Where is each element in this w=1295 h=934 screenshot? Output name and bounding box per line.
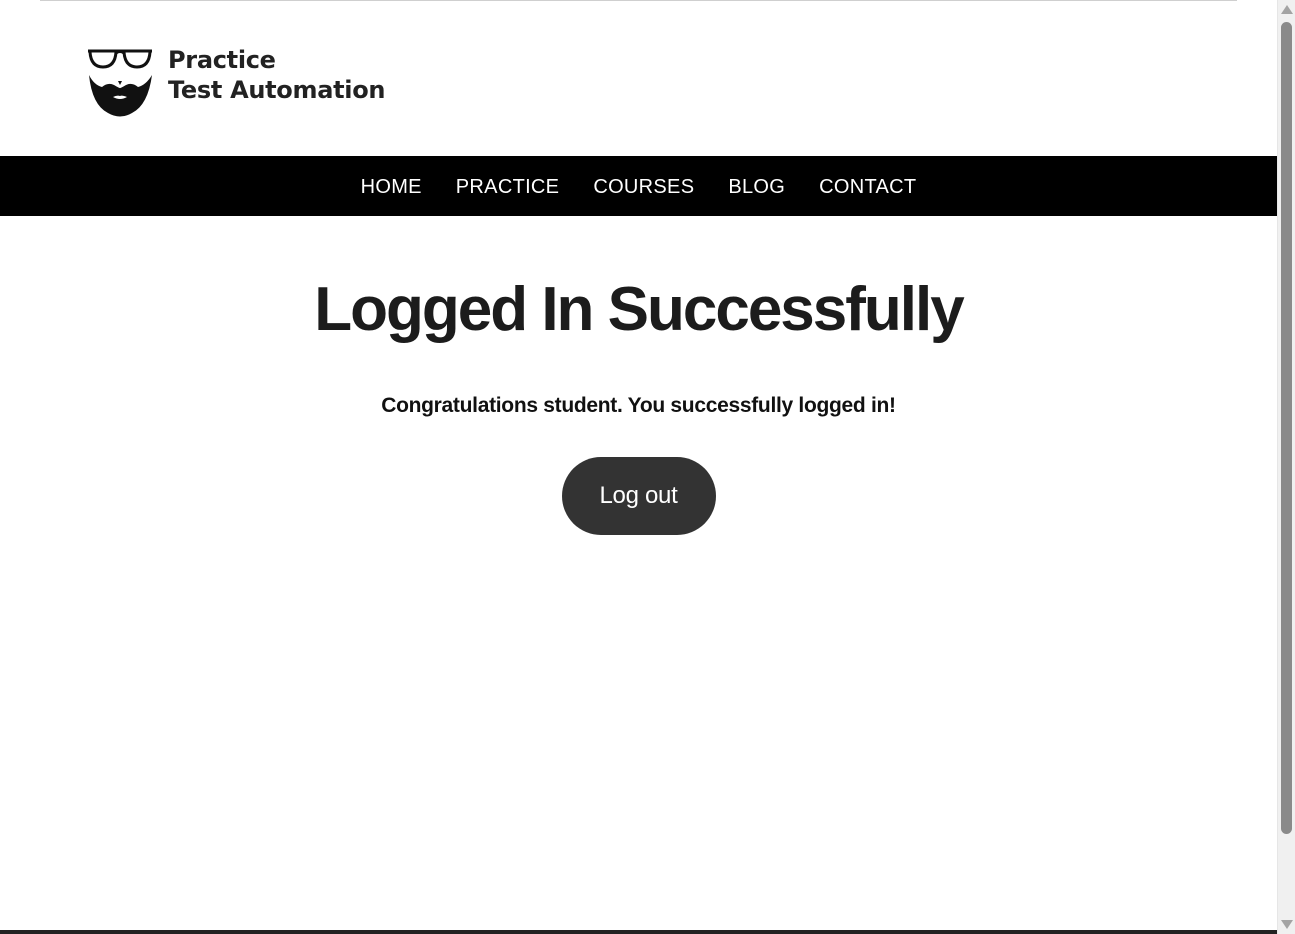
browser-viewport: Practice Test Automation HOME PRACTICE C… [0,0,1295,934]
main-content: Logged In Successfully Congratulations s… [0,216,1277,535]
page: Practice Test Automation HOME PRACTICE C… [0,0,1277,934]
scroll-down-arrow-icon[interactable] [1281,920,1293,929]
nav-item-blog[interactable]: BLOG [728,155,785,217]
success-message: Congratulations student. You successfull… [381,394,896,417]
site-header: Practice Test Automation [0,1,1277,156]
nav-item-home[interactable]: HOME [361,155,422,217]
logo-line-1: Practice [168,46,276,74]
logout-button[interactable]: Log out [561,457,716,535]
page-title: Logged In Successfully [314,275,964,344]
logo-line-2: Test Automation [168,76,386,104]
nav-item-contact[interactable]: CONTACT [819,155,916,217]
bottom-divider [0,930,1277,934]
site-logo-link[interactable]: Practice Test Automation [86,45,386,125]
logo-text: Practice Test Automation [168,45,385,105]
nav-item-courses[interactable]: COURSES [593,155,694,217]
glasses-beard-icon [88,49,152,117]
main-navigation: HOME PRACTICE COURSES BLOG CONTACT [0,156,1277,216]
scrollbar-thumb[interactable] [1281,22,1292,834]
vertical-scrollbar[interactable] [1277,0,1295,934]
scroll-up-arrow-icon[interactable] [1281,5,1293,14]
nav-item-practice[interactable]: PRACTICE [456,155,560,217]
